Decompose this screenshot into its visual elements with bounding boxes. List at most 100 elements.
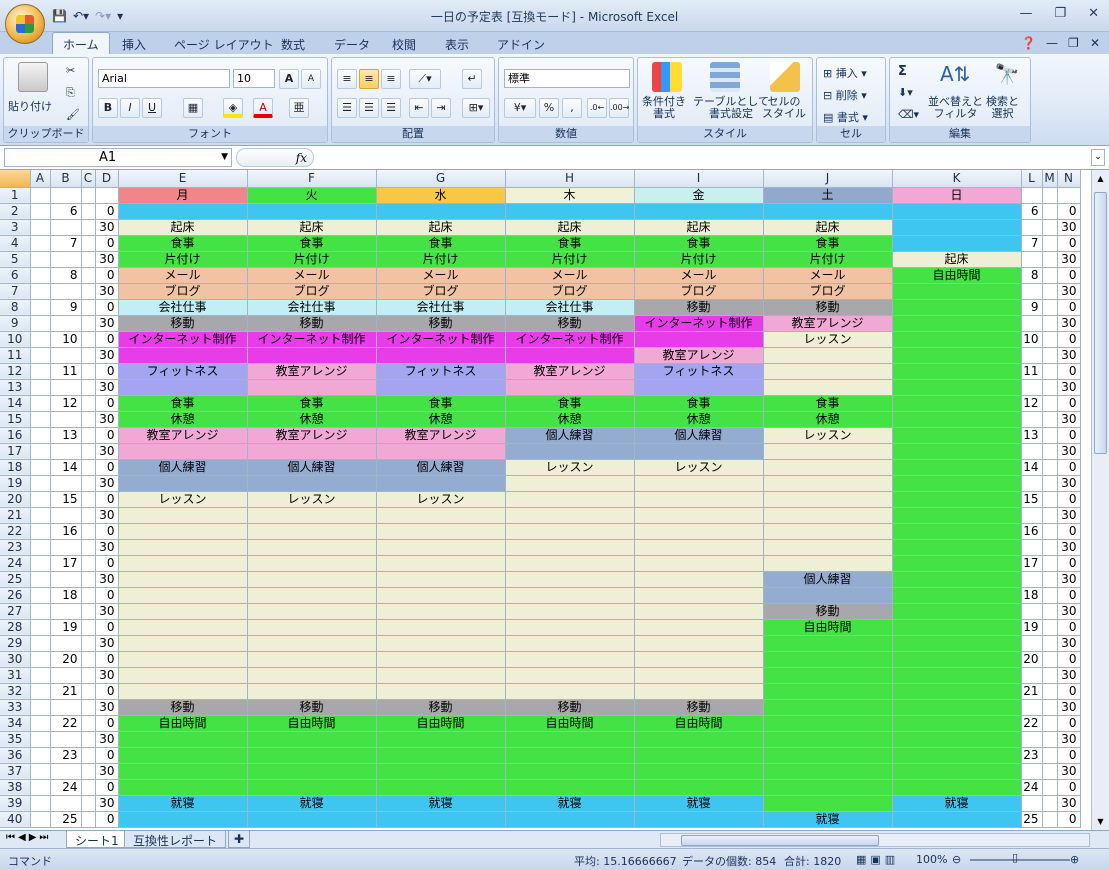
schedule-cell[interactable]: 自由時間 <box>505 715 635 732</box>
schedule-cell[interactable] <box>376 811 506 828</box>
cell[interactable] <box>1042 347 1058 364</box>
cell[interactable] <box>1042 203 1058 220</box>
schedule-cell[interactable] <box>247 619 377 636</box>
currency-icon[interactable]: ¥▾ <box>504 98 536 118</box>
schedule-cell[interactable]: 食事 <box>247 235 377 252</box>
minute-cell[interactable]: 30 <box>95 475 119 492</box>
minute-cell[interactable]: 30 <box>1057 251 1081 268</box>
paste-icon[interactable] <box>18 62 48 92</box>
cell-styles-button[interactable]: セルの スタイル <box>762 96 806 120</box>
minute-cell[interactable]: 0 <box>95 811 119 828</box>
schedule-cell[interactable]: 教室アレンジ <box>247 363 377 380</box>
schedule-cell[interactable] <box>247 587 377 604</box>
cell[interactable] <box>30 795 51 812</box>
hour-cell[interactable]: 17 <box>1021 555 1043 572</box>
hour-cell[interactable] <box>1021 603 1043 620</box>
cell[interactable] <box>30 251 51 268</box>
cell[interactable] <box>30 699 51 716</box>
minute-cell[interactable]: 30 <box>95 699 119 716</box>
schedule-cell[interactable]: 食事 <box>505 395 635 412</box>
row-header[interactable]: 5 <box>0 251 31 268</box>
schedule-cell[interactable] <box>118 603 248 620</box>
cell[interactable] <box>30 683 51 700</box>
minute-cell[interactable]: 30 <box>1057 571 1081 588</box>
close-button[interactable]: ✕ <box>1088 6 1099 21</box>
schedule-cell[interactable]: 個人練習 <box>247 459 377 476</box>
schedule-cell[interactable]: 起床 <box>892 251 1022 268</box>
minute-cell[interactable]: 0 <box>1057 267 1081 284</box>
cell[interactable] <box>1042 299 1058 316</box>
row-header[interactable]: 22 <box>0 523 31 540</box>
cell[interactable] <box>81 315 96 332</box>
paste-button[interactable]: 貼り付け <box>8 98 52 114</box>
schedule-cell[interactable] <box>634 683 764 700</box>
hour-cell[interactable] <box>50 187 82 204</box>
schedule-cell[interactable] <box>376 379 506 396</box>
cell[interactable] <box>1042 683 1058 700</box>
schedule-cell[interactable]: レッスン <box>118 491 248 508</box>
row-header[interactable]: 9 <box>0 315 31 332</box>
hour-cell[interactable]: 10 <box>50 331 82 348</box>
schedule-cell[interactable]: 個人練習 <box>634 427 764 444</box>
schedule-cell[interactable] <box>247 571 377 588</box>
tab-home[interactable]: ホーム <box>52 32 110 55</box>
cell[interactable] <box>1042 507 1058 524</box>
hour-cell[interactable]: 18 <box>1021 587 1043 604</box>
tab-data[interactable]: データ <box>334 36 370 53</box>
schedule-cell[interactable] <box>118 203 248 220</box>
minute-cell[interactable]: 0 <box>1057 459 1081 476</box>
schedule-cell[interactable] <box>892 315 1022 332</box>
hour-cell[interactable]: 10 <box>1021 331 1043 348</box>
minute-cell[interactable]: 30 <box>1057 347 1081 364</box>
sheet-tab-1[interactable]: シート1 <box>66 831 128 848</box>
format-as-table-icon[interactable] <box>710 62 740 92</box>
schedule-cell[interactable]: 起床 <box>634 219 764 236</box>
schedule-cell[interactable] <box>376 555 506 572</box>
schedule-cell[interactable] <box>892 779 1022 796</box>
cell[interactable] <box>81 507 96 524</box>
schedule-cell[interactable]: 休憩 <box>118 411 248 428</box>
schedule-cell[interactable] <box>634 731 764 748</box>
sort-filter-button[interactable]: 並べ替えと フィルタ <box>928 96 983 120</box>
cell[interactable] <box>30 459 51 476</box>
cell[interactable] <box>81 235 96 252</box>
hour-cell[interactable]: 11 <box>1021 363 1043 380</box>
schedule-cell[interactable] <box>247 603 377 620</box>
minute-cell[interactable]: 0 <box>1057 299 1081 316</box>
decrease-decimal-icon[interactable]: .00→ <box>609 98 629 118</box>
cell[interactable] <box>1042 395 1058 412</box>
hour-cell[interactable]: 14 <box>50 459 82 476</box>
schedule-cell[interactable] <box>118 619 248 636</box>
cell[interactable] <box>1042 219 1058 236</box>
schedule-cell[interactable] <box>118 667 248 684</box>
schedule-cell[interactable] <box>118 763 248 780</box>
hour-cell[interactable]: 17 <box>50 555 82 572</box>
hour-cell[interactable] <box>1021 731 1043 748</box>
schedule-cell[interactable] <box>892 635 1022 652</box>
ribbon-close-icon[interactable]: ✕ <box>1090 36 1100 50</box>
zoom-slider[interactable] <box>970 859 1070 861</box>
minute-cell[interactable]: 30 <box>95 283 119 300</box>
cell[interactable] <box>81 491 96 508</box>
row-header[interactable]: 21 <box>0 507 31 524</box>
schedule-cell[interactable]: 移動 <box>376 699 506 716</box>
minute-cell[interactable]: 30 <box>95 795 119 812</box>
schedule-cell[interactable]: 移動 <box>247 699 377 716</box>
minute-cell[interactable]: 0 <box>95 427 119 444</box>
minute-cell[interactable]: 30 <box>95 443 119 460</box>
minute-cell[interactable]: 0 <box>1057 491 1081 508</box>
orientation-icon[interactable]: ⟋▾ <box>409 69 441 89</box>
cell[interactable] <box>30 203 51 220</box>
schedule-cell[interactable]: 片付け <box>763 251 893 268</box>
cell[interactable] <box>81 683 96 700</box>
row-header[interactable]: 34 <box>0 715 31 732</box>
row-header[interactable]: 28 <box>0 619 31 636</box>
schedule-cell[interactable]: 就寝 <box>247 795 377 812</box>
zoom-out-icon[interactable]: ⊖ <box>952 853 961 866</box>
schedule-cell[interactable] <box>376 507 506 524</box>
schedule-cell[interactable]: インターネット制作 <box>247 331 377 348</box>
schedule-cell[interactable]: メール <box>376 267 506 284</box>
decrease-indent-icon[interactable]: ⇤ <box>409 98 429 118</box>
sheet-tab-compat-report[interactable]: 互換性レポート <box>124 831 227 848</box>
schedule-cell[interactable]: 移動 <box>505 315 635 332</box>
